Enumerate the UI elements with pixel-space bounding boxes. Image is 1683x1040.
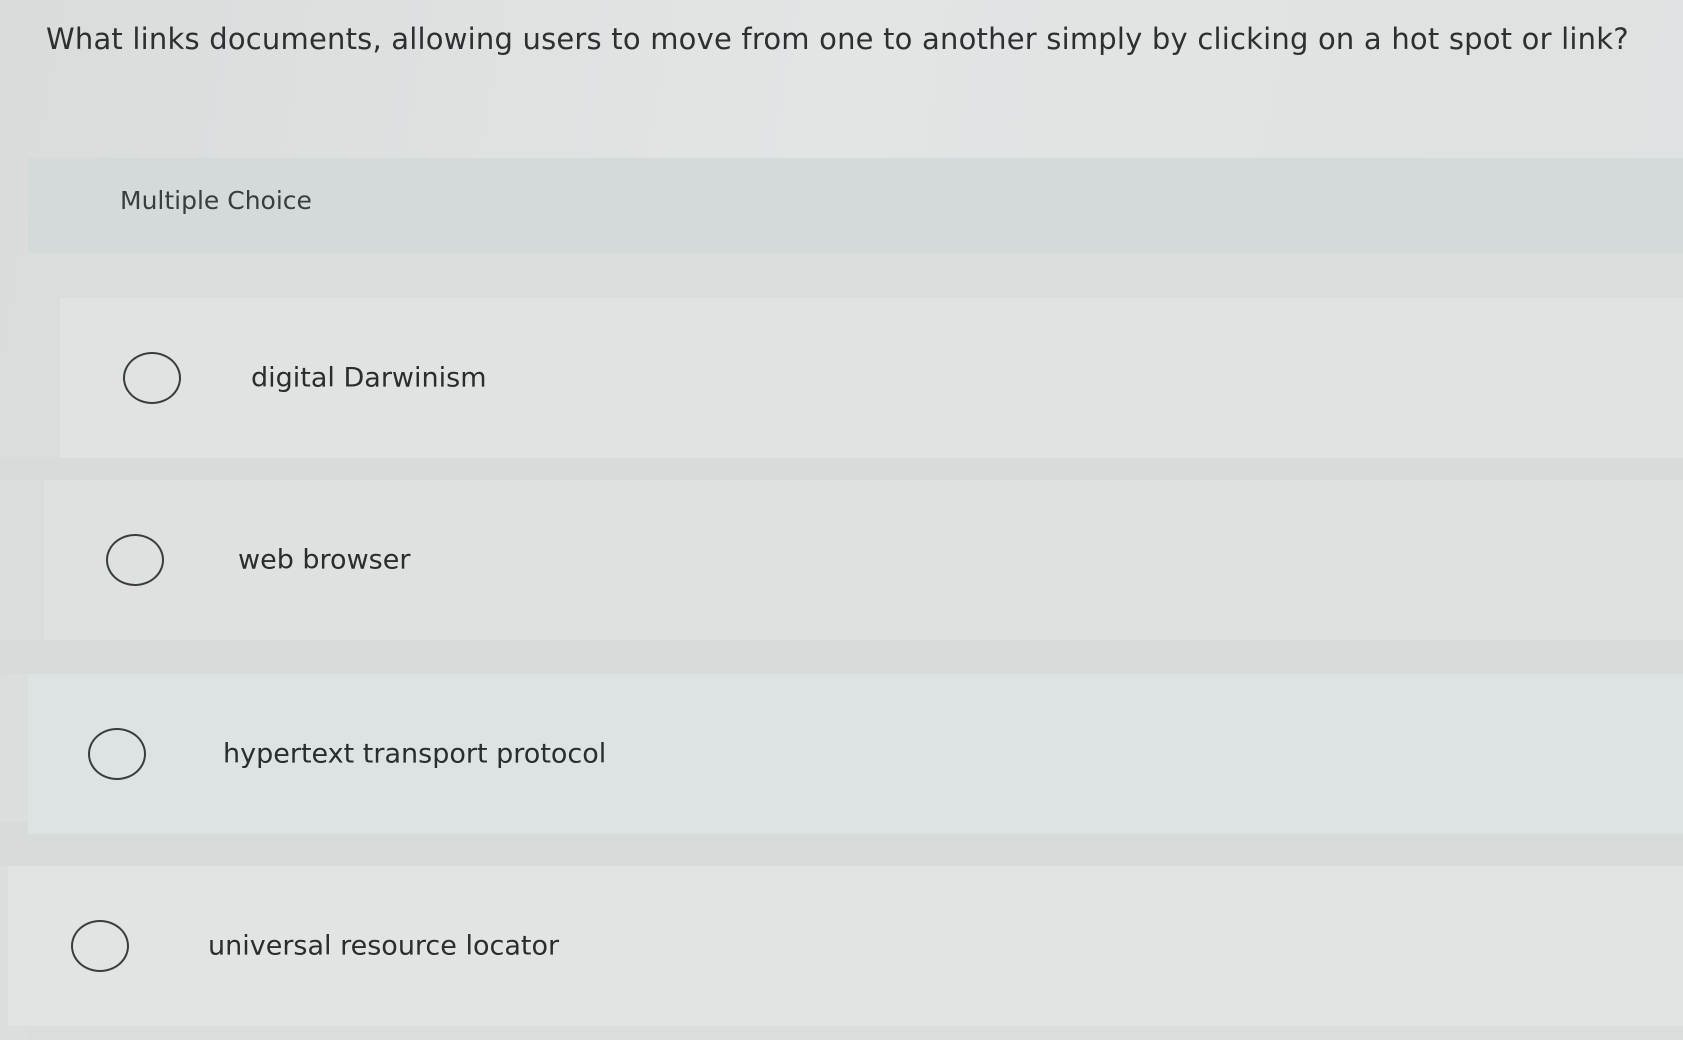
option-divider <box>0 640 1683 674</box>
radio-button[interactable] <box>88 728 146 780</box>
answer-option-2[interactable]: web browser <box>44 480 1683 640</box>
question-text: What links documents, allowing users to … <box>46 22 1629 56</box>
answer-option-label[interactable]: digital Darwinism <box>251 363 487 394</box>
quiz-page: What links documents, allowing users to … <box>0 0 1683 1040</box>
radio-button[interactable] <box>106 534 164 586</box>
answer-option-label[interactable]: universal resource locator <box>208 931 559 962</box>
radio-button[interactable] <box>71 920 129 972</box>
multiple-choice-header: Multiple Choice <box>28 158 1683 253</box>
radio-button[interactable] <box>123 352 181 404</box>
answer-option-label[interactable]: web browser <box>238 545 410 576</box>
multiple-choice-label: Multiple Choice <box>120 186 312 215</box>
answer-option-3[interactable]: hypertext transport protocol <box>28 674 1683 834</box>
answer-option-label[interactable]: hypertext transport protocol <box>223 739 606 770</box>
option-divider <box>0 458 1683 480</box>
answer-option-1[interactable]: digital Darwinism <box>60 298 1683 458</box>
answer-option-4[interactable]: universal resource locator <box>8 866 1683 1026</box>
